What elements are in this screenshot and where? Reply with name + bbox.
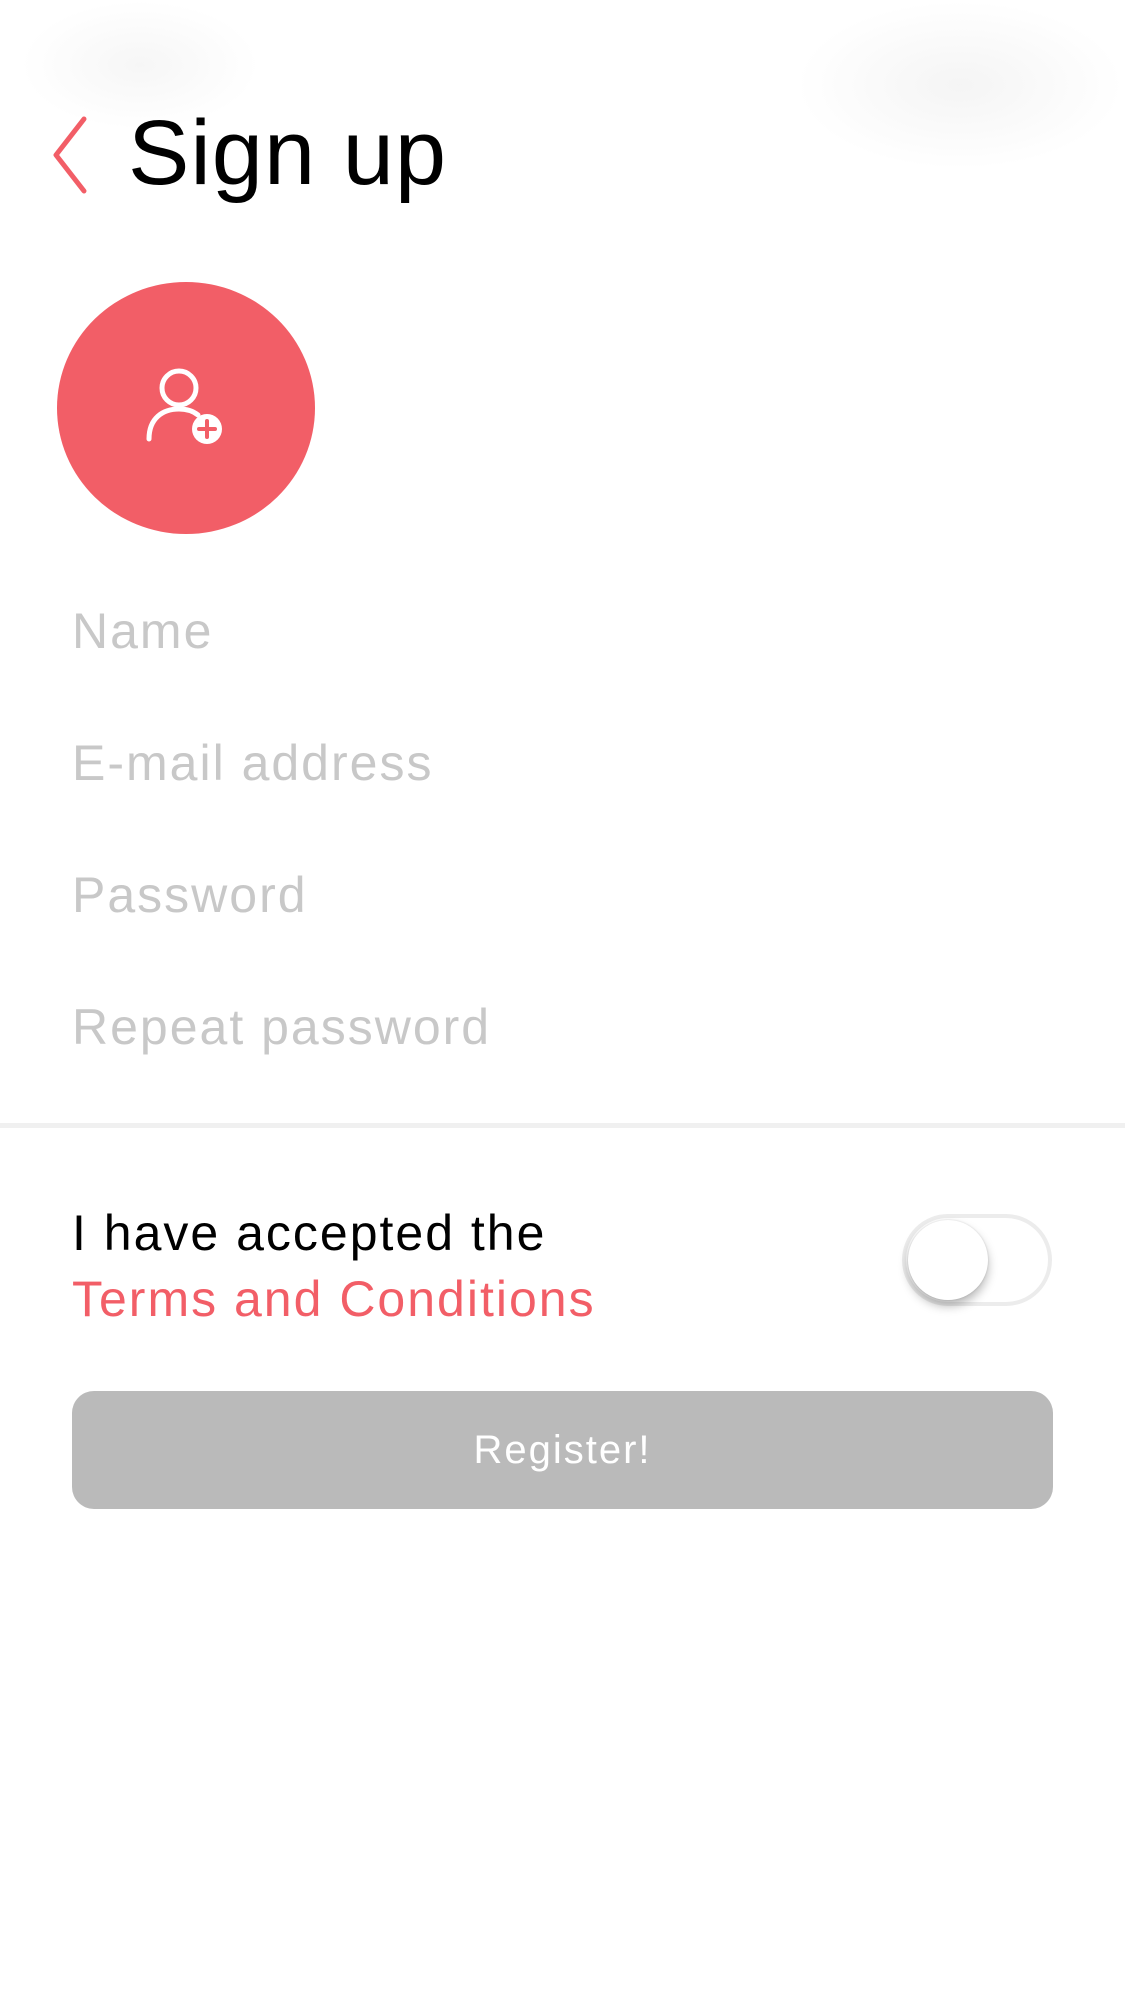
terms-text: I have accepted the [72,1205,547,1261]
add-user-icon [146,368,222,444]
terms-link[interactable]: Terms and Conditions [72,1266,596,1332]
sign-up-screen: Sign up I have accepted the Terms and Co… [0,0,1125,2001]
chevron-left-icon [53,116,87,194]
terms-acceptance: I have accepted the Terms and Conditions [72,1200,596,1332]
toggle-knob [908,1220,988,1300]
sign-up-form [0,565,1125,1093]
terms-toggle[interactable] [902,1214,1052,1306]
name-field[interactable] [0,565,1125,697]
email-field[interactable] [0,697,1125,829]
back-button[interactable] [40,100,100,210]
header: Sign up [0,80,1125,220]
password-field[interactable] [0,829,1125,961]
register-button[interactable]: Register! [72,1391,1053,1509]
add-photo-button[interactable] [57,282,315,534]
repeat-password-field[interactable] [0,961,1125,1093]
page-title: Sign up [128,102,448,204]
divider [0,1123,1125,1128]
